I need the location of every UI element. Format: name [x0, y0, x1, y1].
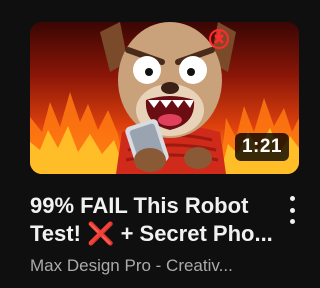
video-title[interactable]: 99% FAIL This Robot Test! ❌ + Secret Pho… [30, 192, 276, 248]
video-title-line-2-end: + Secret Pho... [114, 221, 273, 246]
three-dot-vertical-icon-dot-2 [289, 207, 295, 213]
video-title-line-1: 99% FAIL This Robot [30, 193, 249, 218]
video-card[interactable]: 1:21 99% FAIL This Robot Test! ❌ + Secre… [0, 0, 311, 288]
three-dot-vertical-icon-dot-1 [289, 196, 295, 201]
duration-badge: 1:21 [234, 133, 289, 161]
video-thumbnail[interactable]: 1:21 [30, 22, 299, 174]
more-options-button[interactable] [282, 196, 302, 224]
cross-mark-icon: ❌ [87, 221, 115, 246]
video-title-line-2-start: Test! [30, 221, 88, 246]
channel-name[interactable]: Max Design Pro - Creativ... [30, 256, 233, 276]
three-dot-vertical-icon-dot-3 [289, 219, 295, 224]
video-title-line-2: Test! ❌ + Secret Pho... [30, 220, 276, 248]
